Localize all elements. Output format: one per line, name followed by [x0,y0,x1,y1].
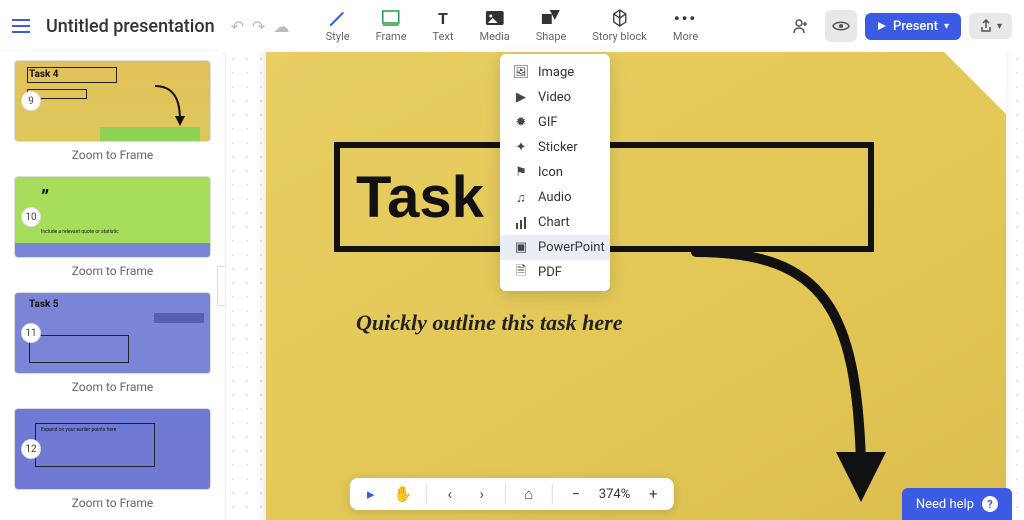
media-icon [485,8,505,28]
dropdown-item-powerpoint[interactable]: ▣PowerPoint [500,235,610,260]
image-icon: 🖼 [514,66,528,80]
zoom-out-button[interactable]: − [567,485,585,503]
undo-button: ↶ [231,17,244,36]
chevron-down-icon: ▾ [997,21,1002,32]
navigation-bar: ▸ ✋ ‹ › ⌂ − 374% + [350,478,674,510]
share-button[interactable]: ▾ [969,13,1012,39]
tool-style[interactable]: Style [326,8,350,43]
storyblock-icon [610,8,630,28]
gif-icon: ✹ [514,116,528,130]
tool-text[interactable]: T Text [433,8,454,43]
redo-button: ↷ [252,17,265,36]
tool-shape[interactable]: Shape [536,8,567,43]
hamburger-menu[interactable] [12,14,36,38]
subtitle-text[interactable]: Quickly outline this task here [356,310,622,336]
dropdown-item-pdf[interactable]: 🗎PDF [500,260,610,285]
video-icon: ▶ [514,91,528,105]
tool-storyblock[interactable]: Story block [592,8,647,43]
slide-thumbnail[interactable]: 9 Task 4 Zoom to Frame [14,60,211,162]
flag-icon: ⚑ [514,166,528,180]
present-button[interactable]: Present ▾ [865,13,961,40]
add-collaborator-button[interactable] [785,10,817,42]
pointer-tool[interactable]: ▸ [362,485,380,503]
sticker-icon: ✦ [514,141,528,155]
dropdown-item-chart[interactable]: Chart [500,210,610,235]
more-icon: ••• [676,8,696,28]
next-frame-button[interactable]: › [473,485,491,503]
slide-thumbnail[interactable]: 12 Expand on your earlier points here Zo… [14,408,211,510]
dropdown-item-audio[interactable]: ♫Audio [500,185,610,210]
powerpoint-icon: ▣ [514,241,528,255]
pdf-icon: 🗎 [514,266,528,280]
slide-thumbnail[interactable]: 11 Task 5 Zoom to Frame [14,292,211,394]
arrow-shape [686,232,906,520]
home-button[interactable]: ⌂ [520,485,538,503]
cloud-sync-icon: ☁ [273,17,289,36]
prev-frame-button[interactable]: ‹ [441,485,459,503]
tool-more[interactable]: ••• More [673,8,698,43]
canvas-area[interactable]: Task 4 Quickly outline this task here [226,52,1024,520]
collapse-sidebar-handle[interactable]: ‹ [217,266,226,306]
tool-media[interactable]: Media [479,8,509,43]
preview-button[interactable] [825,10,857,42]
media-dropdown: 🖼Image ▶Video ✹GIF ✦Sticker ⚑Icon ♫Audio… [500,54,610,291]
pencil-icon [328,8,348,28]
zoom-in-button[interactable]: + [644,485,662,503]
dropdown-item-image[interactable]: 🖼Image [500,60,610,85]
zoom-level[interactable]: 374% [599,487,630,502]
slides-panel: 9 Task 4 Zoom to Frame 10 ” Include a re… [0,52,226,520]
chevron-down-icon: ▾ [944,21,949,32]
audio-icon: ♫ [514,191,528,205]
dropdown-item-sticker[interactable]: ✦Sticker [500,135,610,160]
frame-icon [381,8,401,28]
sticky-note[interactable]: Task 4 Quickly outline this task here [266,52,1006,520]
dropdown-item-video[interactable]: ▶Video [500,85,610,110]
text-icon: T [433,8,453,28]
tool-frame[interactable]: Frame [376,8,407,43]
pan-tool[interactable]: ✋ [394,485,412,503]
help-icon: ? [982,496,998,512]
shape-icon [541,8,561,28]
slide-thumbnail[interactable]: 10 ” Include a relevant quote or statist… [14,176,211,278]
dropdown-item-gif[interactable]: ✹GIF [500,110,610,135]
chart-icon [514,216,528,230]
dropdown-item-icon[interactable]: ⚑Icon [500,160,610,185]
presentation-title[interactable]: Untitled presentation [46,16,215,37]
help-button[interactable]: Need help ? [902,488,1012,520]
